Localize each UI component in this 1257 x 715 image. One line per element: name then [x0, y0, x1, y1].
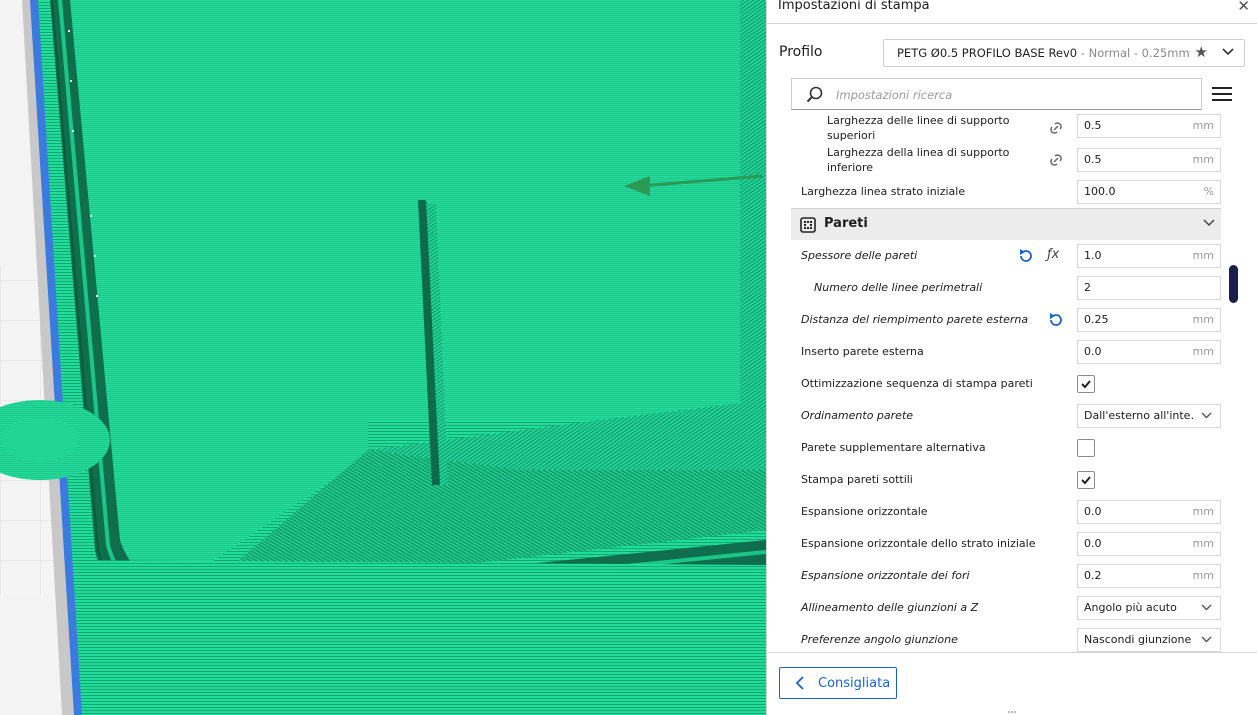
- setting-row-initial-layer-width: Larghezza linea strato iniziale 100.0 %: [767, 176, 1237, 208]
- setting-label: Parete supplementare alternativa: [801, 441, 986, 454]
- link-icon[interactable]: [1047, 151, 1065, 169]
- check-icon: [1081, 380, 1091, 389]
- setting-row-outer-wall-wipe: Distanza del riempimento parete esterna …: [767, 304, 1237, 336]
- value-field[interactable]: 0.0 mm: [1077, 500, 1221, 524]
- setting-row-support-bottom-width: Larghezza della linea di supporto inferi…: [767, 144, 1237, 176]
- setting-row-initial-layer-expansion: Espansione orizzontale dello strato iniz…: [767, 528, 1237, 560]
- search-icon: [806, 86, 823, 103]
- chevron-down-icon: [1222, 48, 1234, 56]
- reset-icon[interactable]: [1047, 311, 1065, 329]
- print-thin-walls-checkbox[interactable]: [1077, 471, 1095, 489]
- setting-row-hole-expansion: Espansione orizzontale dei fori 0.2 mm: [767, 560, 1237, 592]
- value-field[interactable]: 0.25 mm: [1077, 308, 1221, 332]
- check-icon: [1081, 476, 1091, 485]
- value-field[interactable]: 0.0 mm: [1077, 532, 1221, 556]
- setting-label: Larghezza delle linee di supporto superi…: [827, 114, 1010, 142]
- link-icon[interactable]: [1047, 119, 1065, 137]
- resize-grip-icon[interactable]: [1007, 710, 1017, 714]
- setting-row-wall-thickness: Spessore delle pareti ƒx 1.0 mm: [767, 240, 1237, 272]
- search-input[interactable]: [836, 85, 1186, 105]
- chevron-down-icon: [1201, 636, 1212, 643]
- panel-header: Impostazioni di stampa ✕: [767, 0, 1257, 24]
- setting-label: Larghezza della linea di supporto inferi…: [827, 146, 1010, 174]
- setting-row-horizontal-expansion: Espansione orizzontale 0.0 mm: [767, 496, 1237, 528]
- panel-footer: Consigliata: [767, 652, 1257, 715]
- value-field[interactable]: 1.0 mm: [1077, 244, 1221, 268]
- optimize-wall-order-checkbox[interactable]: [1077, 375, 1095, 393]
- value-field[interactable]: 0.0 mm: [1077, 340, 1221, 364]
- setting-row-wall-ordering: Ordinamento parete Dall'esterno all'inte…: [767, 400, 1237, 432]
- star-icon[interactable]: ★: [1195, 43, 1208, 61]
- setting-label: Spessore delle pareti: [801, 249, 918, 262]
- profile-label: Profilo: [779, 44, 823, 60]
- settings-list[interactable]: Larghezza delle linee di supporto superi…: [767, 112, 1257, 652]
- setting-row-optimize-wall-order: Ottimizzazione sequenza di stampa pareti: [767, 368, 1237, 400]
- setting-row-print-thin-walls: Stampa pareti sottili: [767, 464, 1237, 496]
- setting-label: Espansione orizzontale: [801, 505, 928, 518]
- setting-label: Numero delle linee perimetrali: [814, 281, 983, 294]
- alternate-extra-wall-checkbox[interactable]: [1077, 439, 1095, 457]
- search-box[interactable]: [791, 78, 1202, 110]
- setting-label: Distanza del riempimento parete esterna: [801, 313, 1029, 326]
- print-settings-panel: Impostazioni di stampa ✕ Profilo PETG Ø0…: [766, 0, 1257, 715]
- profile-name: PETG Ø0.5 PROFILO BASE Rev0 - Normal - 0…: [897, 46, 1190, 60]
- setting-label: Espansione orizzontale dei fori: [801, 569, 970, 582]
- setting-label: Preferenze angolo giunzione: [801, 633, 958, 646]
- 3d-viewport[interactable]: [0, 0, 766, 715]
- value-field[interactable]: 100.0 %: [1077, 180, 1221, 204]
- sliced-model-preview: [0, 0, 766, 715]
- profile-dropdown[interactable]: PETG Ø0.5 PROFILO BASE Rev0 - Normal - 0…: [883, 39, 1245, 67]
- setting-label: Ordinamento parete: [801, 409, 914, 422]
- seam-corner-preference-dropdown[interactable]: Nascondi giunzione: [1077, 628, 1221, 652]
- setting-row-seam-corner-preference: Preferenze angolo giunzione Nascondi giu…: [767, 624, 1237, 652]
- setting-label: Inserto parete esterna: [801, 345, 924, 358]
- value-field[interactable]: 0.5 mm: [1077, 148, 1221, 172]
- setting-label: Larghezza linea strato iniziale: [801, 185, 966, 198]
- setting-row-z-seam-alignment: Allineamento delle giunzioni a Z Angolo …: [767, 592, 1237, 624]
- value-field[interactable]: 2: [1077, 276, 1221, 300]
- settings-menu-button[interactable]: [1210, 83, 1234, 107]
- z-seam-alignment-dropdown[interactable]: Angolo più acuto: [1077, 596, 1221, 620]
- setting-row-outer-wall-inset: Inserto parete esterna 0.0 mm: [767, 336, 1237, 368]
- setting-label: Espansione orizzontale dello strato iniz…: [801, 537, 1036, 550]
- setting-row-support-roof-width: Larghezza delle linee di supporto superi…: [767, 112, 1237, 144]
- recommended-mode-button[interactable]: Consigliata: [779, 667, 897, 699]
- settings-scrollbar[interactable]: [1229, 265, 1238, 303]
- setting-label: Stampa pareti sottili: [801, 473, 913, 486]
- panel-title: Impostazioni di stampa: [778, 0, 930, 13]
- wall-ordering-dropdown[interactable]: Dall'esterno all'inte…: [1077, 404, 1221, 428]
- close-icon[interactable]: ✕: [1237, 0, 1250, 15]
- category-label: Pareti: [824, 216, 868, 231]
- setting-row-alternate-extra-wall: Parete supplementare alternativa: [767, 432, 1237, 464]
- chevron-down-icon: [1201, 604, 1212, 611]
- setting-label: Ottimizzazione sequenza di stampa pareti: [801, 377, 1033, 390]
- reset-icon[interactable]: [1017, 247, 1035, 265]
- category-pareti[interactable]: Pareti: [791, 208, 1221, 240]
- chevron-down-icon: [1201, 412, 1212, 419]
- chevron-left-icon: [795, 676, 804, 690]
- value-field[interactable]: 0.5 mm: [1077, 114, 1221, 138]
- walls-icon: [800, 217, 816, 233]
- setting-row-wall-line-count: Numero delle linee perimetrali 2: [767, 272, 1237, 304]
- value-field[interactable]: 0.2 mm: [1077, 564, 1221, 588]
- function-icon[interactable]: ƒx: [1047, 247, 1065, 265]
- setting-label: Allineamento delle giunzioni a Z: [801, 601, 979, 614]
- chevron-down-icon: [1203, 219, 1215, 227]
